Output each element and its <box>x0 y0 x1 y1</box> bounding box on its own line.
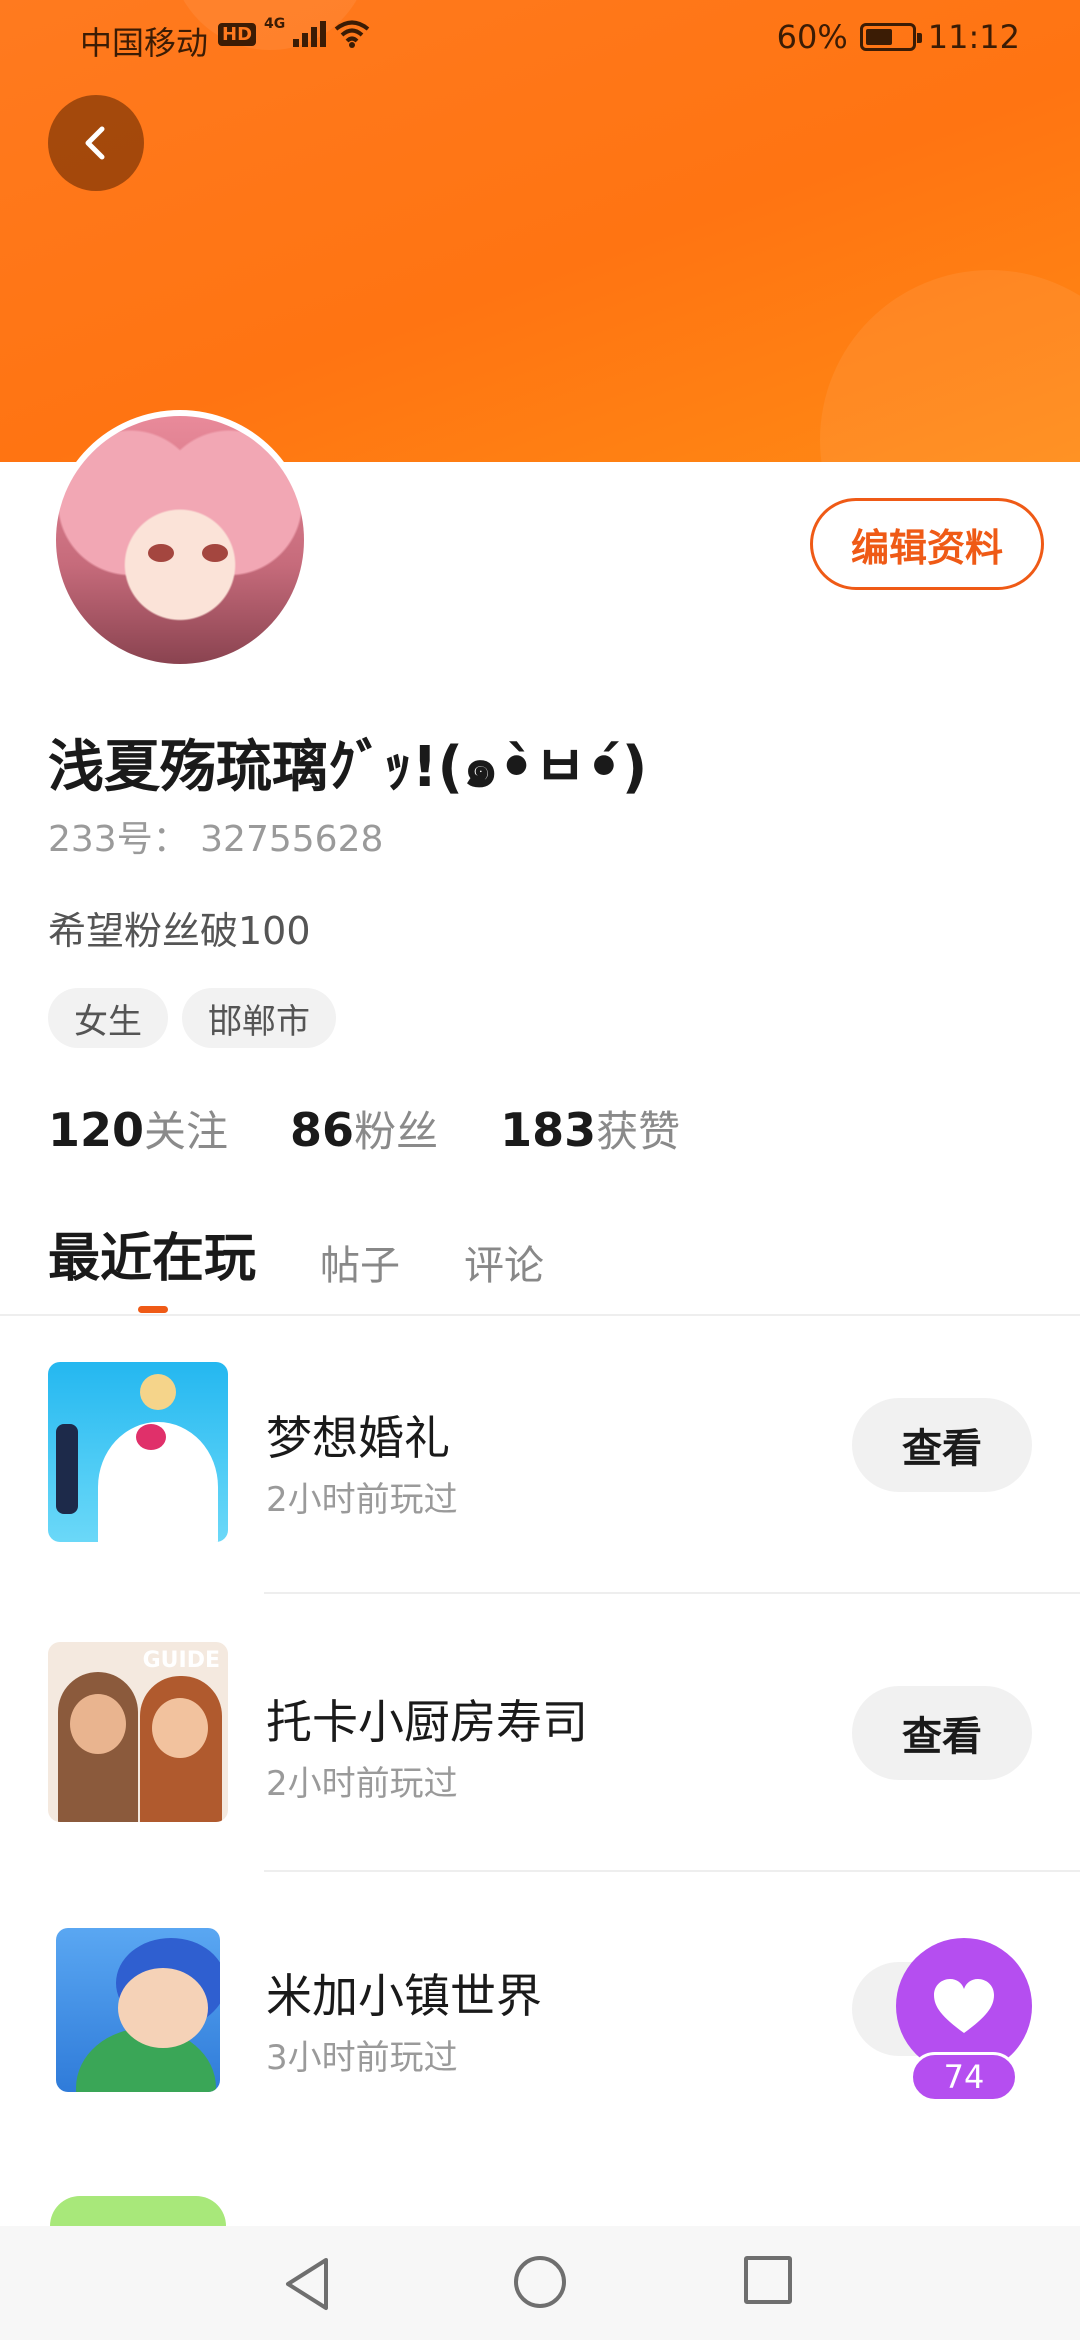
like-count-badge: 74 <box>910 2052 1018 2102</box>
avatar-image <box>56 416 304 664</box>
hd-icon: HD <box>218 22 257 46</box>
game-title: 米加小镇世界 <box>266 1969 542 2023</box>
stat-number: 183 <box>500 1103 597 1157</box>
nav-back-icon[interactable] <box>282 2256 334 2312</box>
tab-comments[interactable]: 评论 <box>464 1233 544 1291</box>
battery-icon <box>859 23 922 51</box>
following-stat[interactable]: 120关注 <box>48 1098 228 1159</box>
user-name: 浅夏殇琉璃ｸﾞｯ!(๑•̀ㅂ•́) <box>48 735 648 800</box>
list-item[interactable]: GUIDE 托卡小厨房寿司 2小时前玩过 查看 <box>0 1592 1080 1870</box>
nav-home-icon[interactable] <box>514 2256 566 2308</box>
game-title: 托卡小厨房寿司 <box>266 1695 588 1749</box>
location-tag: 邯郸市 <box>182 988 336 1048</box>
system-nav-bar <box>0 2226 1080 2340</box>
signal-icon <box>293 21 327 47</box>
game-last-played: 2小时前玩过 <box>266 1764 458 1804</box>
game-icon-partial <box>50 2196 226 2226</box>
banner-decoration <box>820 270 1080 462</box>
clock: 11:12 <box>927 18 1020 56</box>
chevron-left-icon <box>85 126 105 160</box>
back-button[interactable] <box>48 95 144 191</box>
edit-profile-button[interactable]: 编辑资料 <box>810 498 1044 590</box>
game-last-played: 2小时前玩过 <box>266 1480 458 1520</box>
view-button[interactable]: 查看 <box>852 1686 1032 1780</box>
game-title: 梦想婚礼 <box>266 1411 450 1465</box>
battery-percent: 60% <box>776 18 848 56</box>
stat-number: 86 <box>290 1103 355 1157</box>
divider <box>264 1592 1080 1594</box>
tab-posts[interactable]: 帖子 <box>320 1233 400 1291</box>
wedding-game-icon <box>48 1362 228 1542</box>
wifi-icon <box>334 20 370 48</box>
icon-guide-text: GUIDE <box>142 1648 220 1673</box>
gender-tag: 女生 <box>48 988 168 1048</box>
toca-game-icon: GUIDE <box>48 1642 228 1822</box>
likes-stat[interactable]: 183获赞 <box>500 1098 680 1159</box>
stat-label: 关注 <box>144 1107 229 1156</box>
profile-tabs: 最近在玩 帖子 评论 <box>48 1216 544 1291</box>
followers-stat[interactable]: 86粉丝 <box>290 1098 438 1159</box>
divider <box>264 1870 1080 1872</box>
stat-label: 粉丝 <box>354 1107 439 1156</box>
heart-icon <box>934 1979 994 2033</box>
list-item[interactable]: 梦想婚礼 2小时前玩过 查看 <box>0 1322 1080 1600</box>
status-bar: 中国移动 HD 4G 60% 11:12 <box>0 0 1080 74</box>
tab-recently-played[interactable]: 最近在玩 <box>48 1216 256 1291</box>
view-button[interactable]: 查看 <box>852 1398 1032 1492</box>
game-last-played: 3小时前玩过 <box>266 2038 458 2078</box>
stat-number: 120 <box>48 1103 145 1157</box>
active-tab-indicator <box>138 1306 168 1313</box>
network-type: 4G <box>264 16 286 32</box>
status-right: 60% 11:12 <box>777 18 1020 56</box>
nav-recents-icon[interactable] <box>744 2256 792 2304</box>
stat-label: 获赞 <box>596 1107 681 1156</box>
profile-tags: 女生 邯郸市 <box>48 988 336 1048</box>
avatar[interactable] <box>50 410 310 670</box>
network-indicators: HD 4G <box>218 16 370 48</box>
miga-game-icon <box>56 1928 220 2092</box>
carrier-label: 中国移动 <box>80 24 209 62</box>
user-bio: 希望粉丝破100 <box>48 909 311 953</box>
profile-stats: 120关注 86粉丝 183获赞 <box>48 1098 680 1159</box>
user-id: 233号： 32755628 <box>48 819 384 860</box>
divider <box>0 1314 1080 1316</box>
